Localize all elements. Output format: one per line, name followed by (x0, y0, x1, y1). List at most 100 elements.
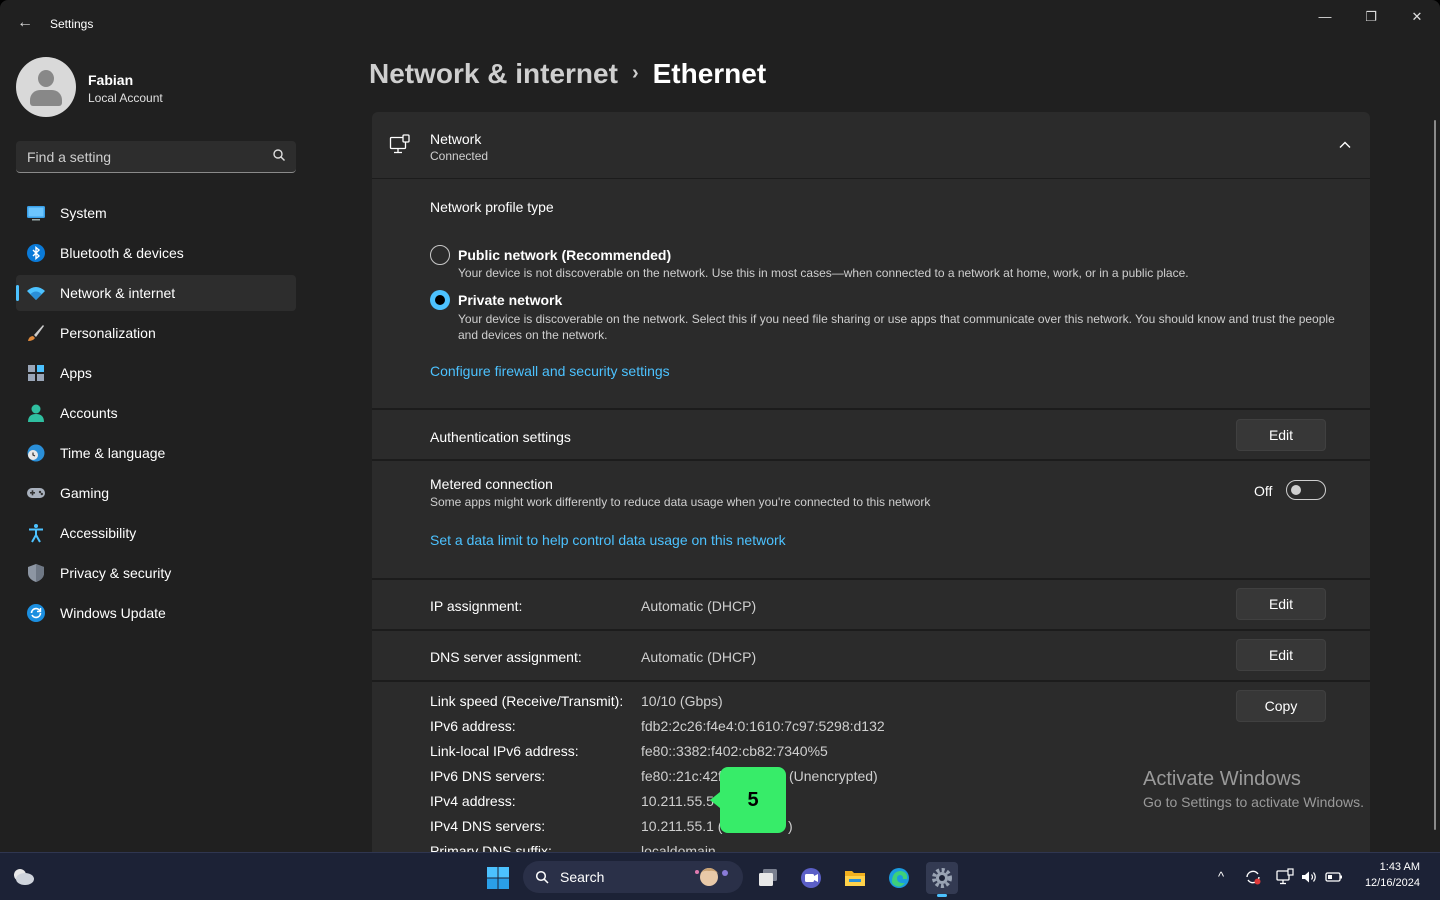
volume-icon[interactable] (1300, 868, 1318, 886)
metered-connection-label: Metered connection (430, 476, 553, 492)
divider (372, 680, 1370, 682)
chevron-up-icon[interactable] (1338, 138, 1352, 152)
search-icon (273, 149, 285, 161)
sidebar-item-apps[interactable]: Apps (16, 355, 296, 391)
person-icon (28, 404, 44, 422)
taskbar-time[interactable]: 1:43 AM (1380, 861, 1420, 873)
task-view-button[interactable] (752, 862, 784, 894)
divider (372, 578, 1370, 580)
sidebar-item-system[interactable]: System (16, 195, 296, 231)
sidebar-item-accessibility[interactable]: Accessibility (16, 515, 296, 551)
start-icon[interactable] (486, 866, 510, 890)
copy-properties-button[interactable]: Copy (1236, 690, 1326, 722)
avatar-head-shape (38, 70, 54, 87)
sidebar-item-network[interactable]: Network & internet (16, 275, 296, 311)
edge-button[interactable] (883, 862, 915, 894)
battery-icon[interactable] (1325, 868, 1343, 886)
sidebar-item-windows-update[interactable]: Windows Update (16, 595, 296, 631)
sidebar-item-label: Network & internet (60, 285, 176, 301)
dns-assignment-label: DNS server assignment: (430, 649, 582, 665)
app-title: Settings (50, 17, 94, 31)
scrollbar[interactable] (1434, 120, 1436, 830)
wifi-icon (27, 287, 45, 300)
sidebar-item-time-language[interactable]: Time & language (16, 435, 296, 471)
private-network-description: Your device is discoverable on the netwo… (458, 312, 1335, 342)
close-button[interactable]: ✕ (1394, 6, 1440, 28)
breadcrumb: Network & internet › Ethernet (369, 58, 766, 90)
bluetooth-icon (27, 244, 45, 262)
sidebar-item-label: Windows Update (60, 605, 166, 621)
firewall-settings-link[interactable]: Configure firewall and security settings (430, 363, 670, 379)
sidebar-item-personalization[interactable]: Personalization (16, 315, 296, 351)
breadcrumb-separator: › (631, 62, 639, 84)
sidebar-item-label: System (60, 205, 107, 221)
sync-alert-icon[interactable] (1244, 868, 1262, 886)
file-explorer-button[interactable] (839, 862, 871, 894)
public-network-label[interactable]: Public network (Recommended) (458, 247, 671, 263)
weather-icon[interactable] (10, 865, 36, 887)
sidebar-item-label: Accessibility (60, 525, 137, 541)
private-network-radio[interactable] (430, 290, 450, 310)
divider (372, 629, 1370, 631)
globe-clock-icon (27, 444, 45, 462)
network-title: Network (430, 131, 482, 147)
user-name: Fabian (88, 72, 134, 88)
file-explorer-icon (845, 871, 865, 886)
divider (372, 459, 1370, 461)
private-network-label[interactable]: Private network (458, 292, 562, 308)
search-icon (535, 870, 549, 884)
dns-assignment-edit-button[interactable]: Edit (1236, 639, 1326, 671)
profile-type-heading: Network profile type (430, 199, 554, 215)
accessibility-icon (29, 524, 43, 543)
chat-icon (801, 868, 821, 888)
account-type: Local Account (88, 91, 163, 105)
sidebar-item-label: Privacy & security (60, 565, 172, 581)
taskbar-search-box[interactable]: Search (523, 861, 743, 893)
property-label: Primary DNS suffix: (430, 843, 552, 852)
settings-taskbar-button[interactable] (926, 862, 958, 897)
sidebar-item-bluetooth[interactable]: Bluetooth & devices (16, 235, 296, 271)
data-limit-link[interactable]: Set a data limit to help control data us… (430, 532, 786, 548)
chat-button[interactable] (795, 862, 827, 894)
property-value: fe80::21c:42ff (641, 768, 726, 784)
ip-assignment-edit-button[interactable]: Edit (1236, 588, 1326, 620)
metered-state-label: Off (1254, 483, 1273, 499)
task-view-icon (759, 869, 777, 886)
sidebar-item-label: Bluetooth & devices (60, 245, 184, 261)
apps-icon (28, 365, 44, 381)
sidebar-item-accounts[interactable]: Accounts (16, 395, 296, 431)
back-button[interactable]: ← (14, 12, 36, 34)
metered-connection-toggle[interactable] (1286, 480, 1326, 500)
property-label: Link speed (Receive/Transmit): (430, 693, 624, 709)
settings-window: ← Settings — ❐ ✕ Fabian Local Account Fi… (0, 0, 1440, 852)
brush-icon (28, 325, 44, 341)
restore-button[interactable]: ❐ (1348, 6, 1394, 28)
sidebar-item-label: Personalization (60, 325, 156, 341)
settings-icon (932, 868, 952, 888)
avatar[interactable] (16, 57, 76, 117)
ip-assignment-label: IP assignment: (430, 598, 523, 614)
shield-icon (28, 564, 44, 582)
minimize-button[interactable]: — (1302, 6, 1348, 28)
sidebar-item-label: Time & language (60, 445, 166, 461)
activation-watermark-subtitle: Go to Settings to activate Windows. (1143, 794, 1364, 810)
property-value: 10.211.55.1 (U (641, 818, 733, 834)
sidebar-item-gaming[interactable]: Gaming (16, 475, 296, 511)
property-label: IPv6 DNS servers: (430, 768, 546, 784)
public-network-description: Your device is not discoverable on the n… (458, 266, 1189, 280)
sidebar-item-label: Gaming (60, 485, 110, 501)
breadcrumb-parent[interactable]: Network & internet (369, 58, 618, 89)
ethernet-monitor-icon (389, 134, 410, 154)
property-value-tail: ) (788, 818, 793, 834)
authentication-edit-button[interactable]: Edit (1236, 419, 1326, 451)
property-label: Link-local IPv6 address: (430, 743, 579, 759)
network-tray-icon[interactable] (1276, 868, 1294, 886)
public-network-radio[interactable] (430, 245, 450, 265)
sidebar-nav: System Bluetooth & devices Network & int… (16, 195, 296, 635)
tray-overflow-chevron[interactable]: ^ (1212, 868, 1230, 886)
network-header[interactable]: Network Connected (372, 112, 1370, 179)
taskbar: Search ^ (0, 852, 1440, 900)
sidebar-item-privacy[interactable]: Privacy & security (16, 555, 296, 591)
find-setting-input[interactable]: Find a setting (16, 141, 296, 173)
taskbar-date[interactable]: 12/16/2024 (1365, 877, 1420, 889)
